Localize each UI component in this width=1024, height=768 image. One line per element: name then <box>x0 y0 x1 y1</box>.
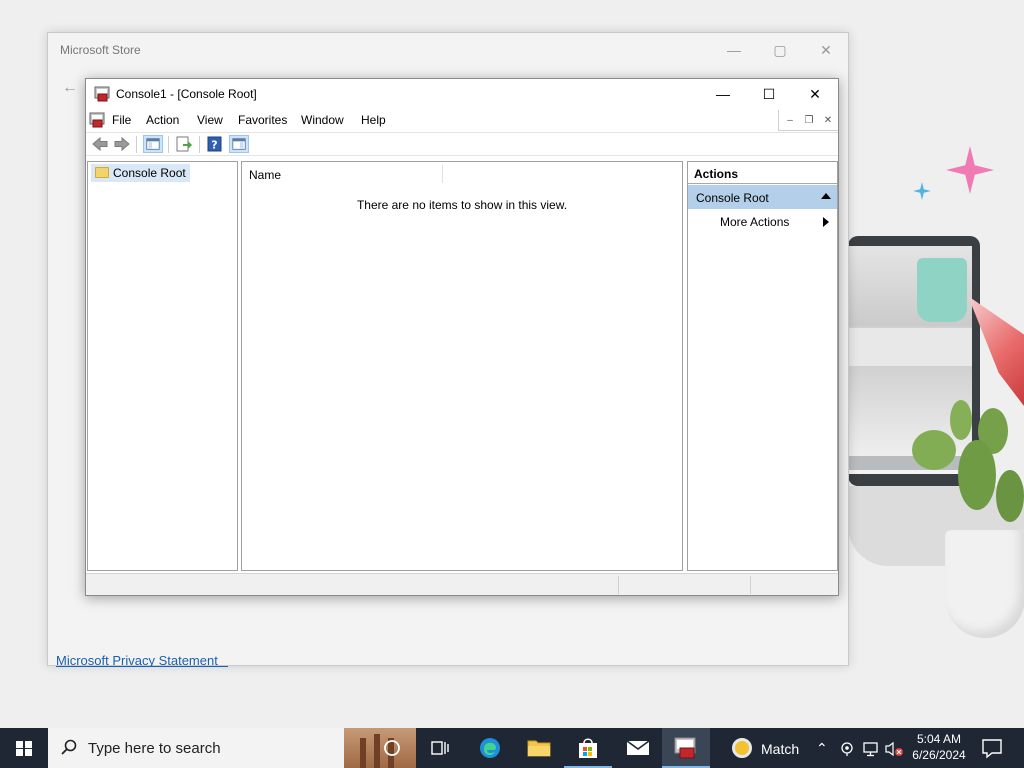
store-minimize-button[interactable]: — <box>714 39 754 61</box>
menu-file[interactable]: File <box>112 113 131 127</box>
cortana-button[interactable] <box>368 728 416 768</box>
mdi-minimize-button[interactable]: – <box>781 113 799 129</box>
menu-window[interactable]: Window <box>301 113 344 127</box>
mmc-console-window: Console1 - [Console Root] — ☐ ✕ File Act… <box>85 78 839 596</box>
background-cactus <box>958 440 996 510</box>
toolbar-separator <box>168 136 169 153</box>
sparkle-decoration <box>946 146 994 194</box>
notification-center-icon[interactable] <box>980 736 1004 760</box>
mmc-titlebar[interactable]: Console1 - [Console Root] — ☐ ✕ <box>86 79 838 109</box>
toolbar-separator <box>136 136 137 153</box>
actions-group-console-root[interactable]: Console Root <box>688 185 837 209</box>
actions-pane: Actions Console Root More Actions <box>687 161 838 571</box>
tree-item-label: Console Root <box>113 166 186 180</box>
sports-ball-icon <box>732 738 752 758</box>
taskbar-mmc-button[interactable] <box>662 728 710 768</box>
status-divider <box>618 576 619 594</box>
windows-logo-icon <box>16 741 32 756</box>
start-button[interactable] <box>0 728 48 768</box>
status-bar <box>86 573 838 595</box>
submenu-arrow-icon <box>823 217 829 227</box>
search-icon <box>61 739 77 755</box>
background-cactus <box>912 430 956 470</box>
mmc-app-icon <box>94 86 110 102</box>
store-window-title: Microsoft Store <box>60 43 141 57</box>
actions-group-label: Console Root <box>696 191 769 205</box>
background-books <box>848 326 972 366</box>
empty-list-message: There are no items to show in this view. <box>356 198 568 212</box>
taskbar: Type here to search Match ⌃ 5:04 AM 6/26… <box>0 728 1024 768</box>
menu-view[interactable]: View <box>197 113 223 127</box>
menu-help[interactable]: Help <box>361 113 386 127</box>
tree-item-console-root[interactable]: Console Root <box>91 164 190 182</box>
folder-icon <box>95 167 109 178</box>
taskbar-store-button[interactable] <box>564 728 612 768</box>
edge-browser-icon <box>480 738 500 758</box>
forward-arrow-icon[interactable] <box>112 135 132 153</box>
actions-item-label: More Actions <box>720 215 790 229</box>
column-divider[interactable] <box>442 165 443 183</box>
show-hidden-icons-chevron-icon[interactable]: ⌃ <box>816 740 828 757</box>
store-maximize-button[interactable]: ▢ <box>760 39 800 61</box>
status-divider <box>750 576 751 594</box>
background-cactus <box>996 470 1024 522</box>
mdi-window-controls: – ❐ ✕ <box>778 110 838 131</box>
menu-bar: File Action View Favorites Window Help –… <box>86 109 838 131</box>
store-bag-icon <box>579 738 597 758</box>
cortana-circle-icon <box>384 740 400 756</box>
mmc-app-icon <box>674 737 696 759</box>
results-list-pane: Name There are no items to show in this … <box>241 161 683 571</box>
actions-pane-header: Actions <box>688 162 837 184</box>
toolbar: ? <box>86 132 838 156</box>
export-list-icon[interactable] <box>174 135 194 153</box>
show-hide-action-pane-icon[interactable] <box>229 135 249 153</box>
mmc-close-button[interactable]: ✕ <box>792 79 838 109</box>
mdi-restore-button[interactable]: ❐ <box>800 113 818 129</box>
console-menu-icon[interactable] <box>89 112 105 128</box>
menu-favorites[interactable]: Favorites <box>238 113 287 127</box>
taskbar-search-box[interactable]: Type here to search <box>48 728 416 768</box>
help-icon[interactable]: ? <box>205 135 225 153</box>
task-view-button[interactable] <box>416 728 464 768</box>
collapse-arrow-icon[interactable] <box>821 193 831 199</box>
network-icon[interactable] <box>862 741 880 757</box>
background-cactus-pot <box>945 530 1024 638</box>
show-hide-console-tree-icon[interactable] <box>143 135 163 153</box>
search-placeholder: Type here to search <box>88 740 221 757</box>
mdi-close-button[interactable]: ✕ <box>819 113 837 129</box>
clock-date: 6/26/2024 <box>912 748 966 762</box>
folder-icon <box>527 740 551 757</box>
taskbar-mail-button[interactable] <box>614 728 662 768</box>
actions-item-more-actions[interactable]: More Actions <box>688 212 837 232</box>
privacy-statement-link[interactable]: Microsoft Privacy Statement <box>56 655 228 667</box>
store-back-button[interactable]: ← <box>62 79 78 97</box>
column-header-name[interactable]: Name <box>249 168 281 182</box>
console-tree-pane: Console Root <box>87 161 238 571</box>
svg-text:?: ? <box>211 139 217 152</box>
volume-muted-icon[interactable] <box>884 741 904 757</box>
mmc-minimize-button[interactable]: — <box>700 79 746 109</box>
weather-widget[interactable]: Match <box>724 728 808 768</box>
webcam-icon[interactable] <box>839 741 855 757</box>
menu-action[interactable]: Action <box>146 113 179 127</box>
store-close-button[interactable]: ✕ <box>806 39 846 61</box>
toolbar-separator <box>199 136 200 153</box>
sparkle-decoration-small <box>913 182 931 200</box>
mmc-window-title: Console1 - [Console Root] <box>116 87 257 101</box>
background-plant-pot <box>917 258 967 322</box>
weather-widget-text: Match <box>761 741 800 757</box>
task-view-icon <box>431 741 449 755</box>
back-arrow-icon[interactable] <box>90 135 110 153</box>
background-cactus <box>950 400 972 440</box>
list-header: Name <box>242 162 682 186</box>
mail-icon <box>626 740 650 755</box>
mmc-maximize-button[interactable]: ☐ <box>746 79 792 109</box>
clock-time: 5:04 AM <box>916 732 962 746</box>
taskbar-edge-button[interactable] <box>466 728 514 768</box>
taskbar-file-explorer-button[interactable] <box>515 728 563 768</box>
taskbar-clock[interactable]: 5:04 AM 6/26/2024 <box>904 731 974 767</box>
